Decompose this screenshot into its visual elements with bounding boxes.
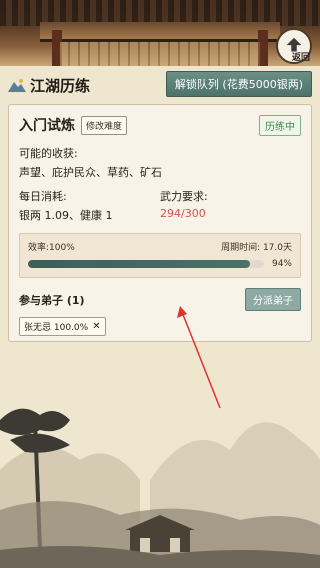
- cycle-time-label: 周期时间: 17.0天: [221, 243, 292, 253]
- rewards-value: 声望、庇护民众、草药、矿石: [19, 166, 162, 179]
- rewards-label: 可能的收获:: [19, 147, 78, 160]
- status-badge: 历练中: [259, 115, 301, 136]
- member-chip[interactable]: 张无忌 100.0% ✕: [19, 317, 106, 336]
- power-value: 294/300: [160, 207, 206, 220]
- members-title: 参与弟子 (1): [19, 293, 85, 307]
- member-name: 张无忌 100.0%: [24, 323, 89, 333]
- unlock-queue-button[interactable]: 解锁队列 (花费5000银两): [165, 71, 312, 97]
- mountain-icon: [8, 79, 26, 92]
- power-label: 武力要求:: [160, 190, 208, 203]
- roof-eave: [40, 22, 280, 42]
- landscape-background: [0, 408, 320, 568]
- daily-cost-label: 每日消耗:: [19, 190, 67, 203]
- assign-disciple-button[interactable]: 分派弟子: [245, 288, 301, 311]
- task-name: 入门试炼: [19, 118, 75, 134]
- back-label: 返回: [291, 53, 310, 63]
- training-card: 入门试炼 修改难度 历练中 可能的收获: 声望、庇护民众、草药、矿石 每日消耗:…: [8, 104, 312, 342]
- progress-bar: [28, 260, 264, 268]
- efficiency-panel: 效率:100% 周期时间: 17.0天 94%: [19, 233, 301, 278]
- efficiency-label: 效率:100%: [28, 243, 75, 253]
- roof-lattice: [60, 42, 260, 66]
- page-header: 江湖历练 解锁队列 (花费5000银两): [0, 68, 320, 102]
- page-title: 江湖历练: [30, 76, 91, 95]
- change-difficulty-button[interactable]: 修改难度: [81, 115, 128, 135]
- daily-cost-value: 银两 1.09、健康 1: [19, 209, 113, 222]
- progress-fill: [28, 260, 250, 268]
- progress-percent: 94%: [271, 259, 292, 269]
- roof-banner: [0, 0, 320, 66]
- close-icon[interactable]: ✕: [92, 321, 100, 332]
